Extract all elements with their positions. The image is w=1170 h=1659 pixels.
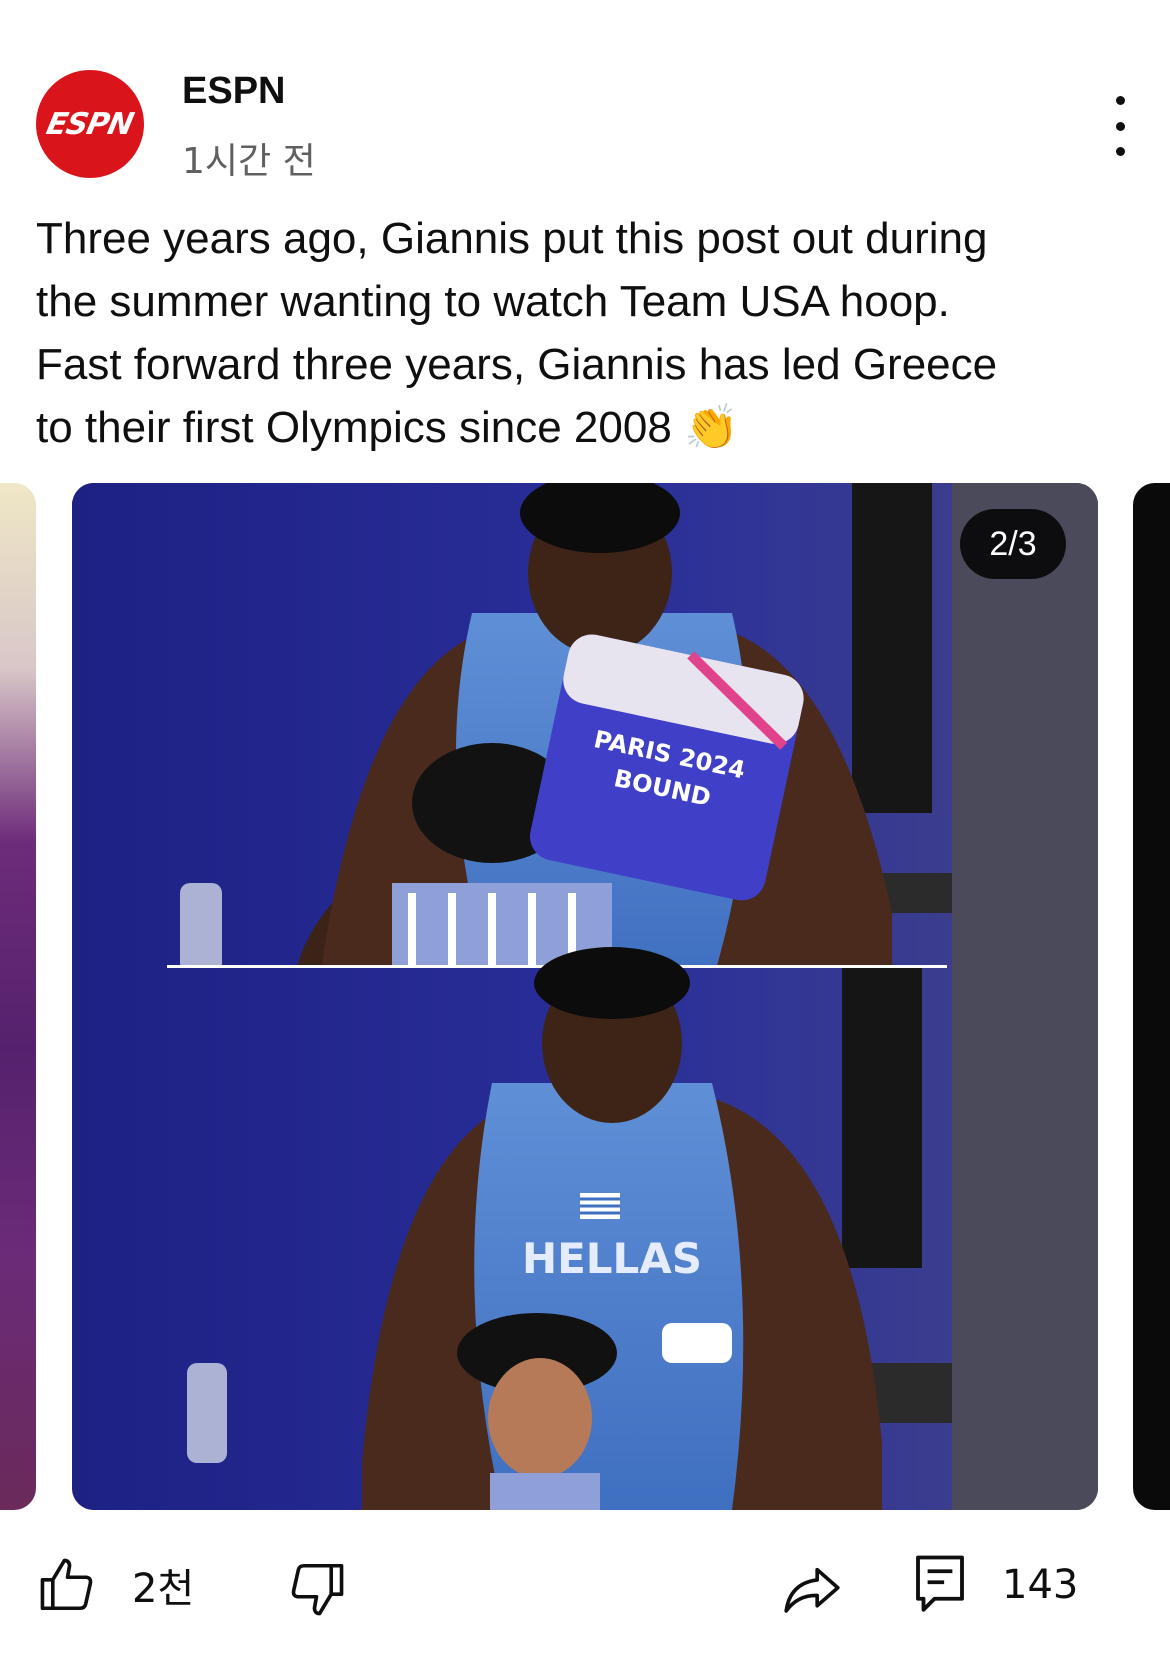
comment-button[interactable]: 143 — [912, 1552, 1078, 1618]
post-header: ESPN ESPN 1시간 전 — [0, 0, 1170, 190]
more-vertical-icon — [1115, 96, 1125, 105]
post-image[interactable]: PARIS 2024 BOUND HELLAS 2/3 — [72, 483, 1098, 1510]
jersey-text: HELLAS — [522, 1234, 702, 1283]
comment-count: 143 — [1002, 1562, 1079, 1608]
share-icon — [784, 1567, 840, 1613]
dislike-button[interactable] — [286, 1558, 348, 1620]
thumbs-down-icon — [291, 1563, 344, 1616]
thumbs-up-icon — [40, 1558, 93, 1611]
comment-icon — [916, 1555, 964, 1612]
next-image-peek[interactable] — [1133, 483, 1170, 1510]
image-counter-badge: 2/3 — [960, 509, 1066, 579]
giannis-photo: PARIS 2024 BOUND HELLAS — [72, 483, 1098, 1510]
more-options-button[interactable] — [1098, 96, 1142, 156]
like-button[interactable]: 2천 — [36, 1554, 194, 1616]
share-button[interactable] — [780, 1558, 844, 1620]
channel-avatar[interactable]: ESPN — [36, 70, 144, 178]
like-count: 2천 — [132, 1566, 195, 1612]
previous-image-peek[interactable] — [0, 483, 36, 1510]
post-text: Three years ago, Giannis put this post o… — [36, 214, 998, 452]
image-carousel[interactable]: PARIS 2024 BOUND HELLAS 2/3 — [0, 483, 1170, 1510]
channel-name[interactable]: ESPN — [182, 70, 285, 113]
post-timestamp: 1시간 전 — [182, 141, 316, 182]
espn-logo: ESPN — [43, 106, 137, 142]
action-bar: 2천 143 — [0, 1548, 1170, 1644]
